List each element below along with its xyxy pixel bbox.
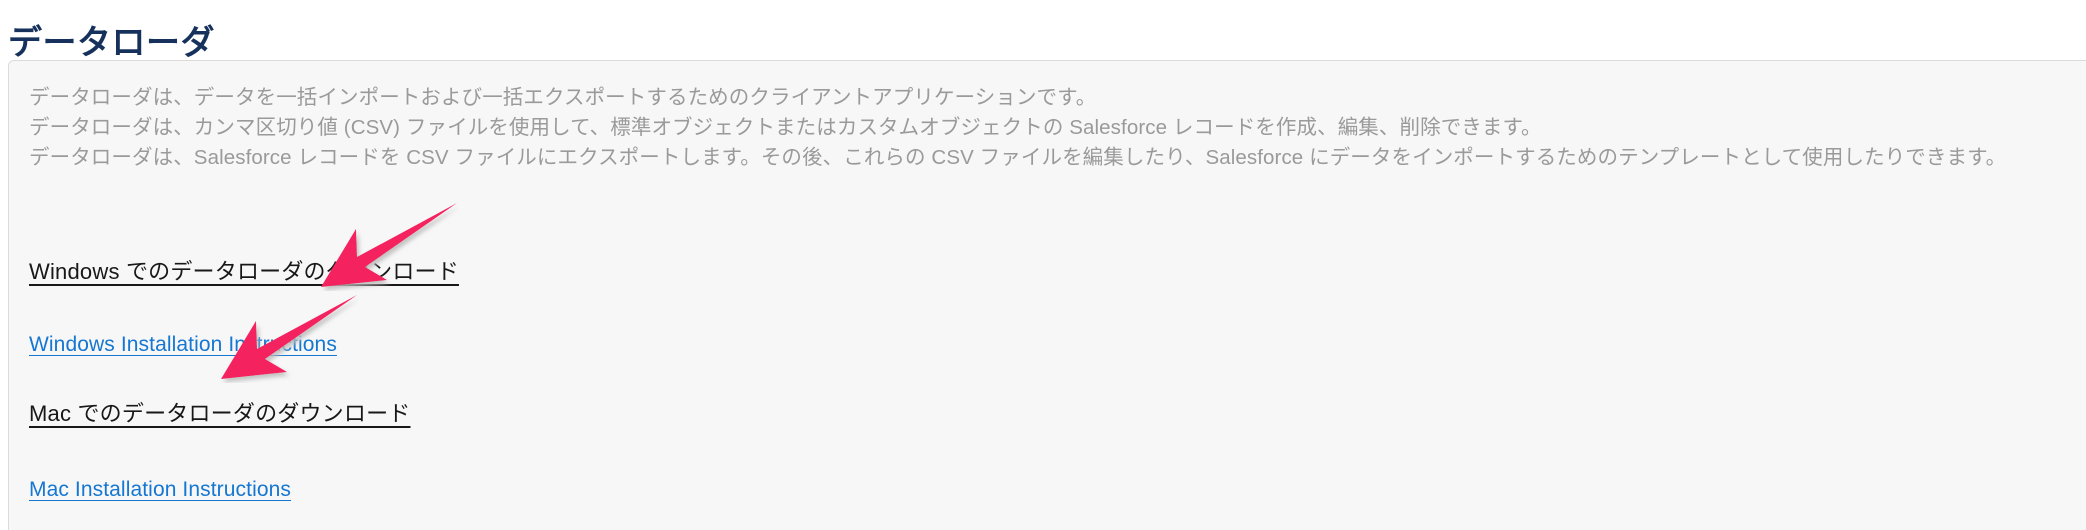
data-loader-page: データローダ データローダは、データを一括インポートおよび一括エクスポートするた… — [0, 0, 2086, 530]
windows-download-link[interactable]: Windows でのデータローダのダウンロード — [29, 254, 459, 286]
mac-installation-instructions-link[interactable]: Mac Installation Instructions — [29, 478, 291, 502]
link-row-windows-instructions: Windows Installation Instructions — [29, 333, 459, 357]
intro-line-3: データローダは、Salesforce レコードを CSV ファイルにエクスポート… — [29, 146, 2007, 169]
intro-line-1: データローダは、データを一括インポートおよび一括エクスポートするためのクライアン… — [29, 86, 1097, 109]
intro-paragraph: データローダは、データを一括インポートおよび一括エクスポートするためのクライアン… — [29, 83, 2059, 173]
link-row-mac-download: Mac でのデータローダのダウンロード — [29, 396, 459, 428]
content-card: データローダは、データを一括インポートおよび一括エクスポートするためのクライアン… — [8, 60, 2086, 530]
windows-installation-instructions-link[interactable]: Windows Installation Instructions — [29, 333, 337, 357]
link-row-mac-instructions: Mac Installation Instructions — [29, 478, 459, 502]
mac-download-link[interactable]: Mac でのデータローダのダウンロード — [29, 396, 410, 428]
link-row-windows-download: Windows でのデータローダのダウンロード — [29, 254, 459, 286]
intro-line-2: データローダは、カンマ区切り値 (CSV) ファイルを使用して、標準オブジェクト… — [29, 116, 1542, 139]
download-links-list: Windows でのデータローダのダウンロード Windows Installa… — [29, 254, 459, 502]
